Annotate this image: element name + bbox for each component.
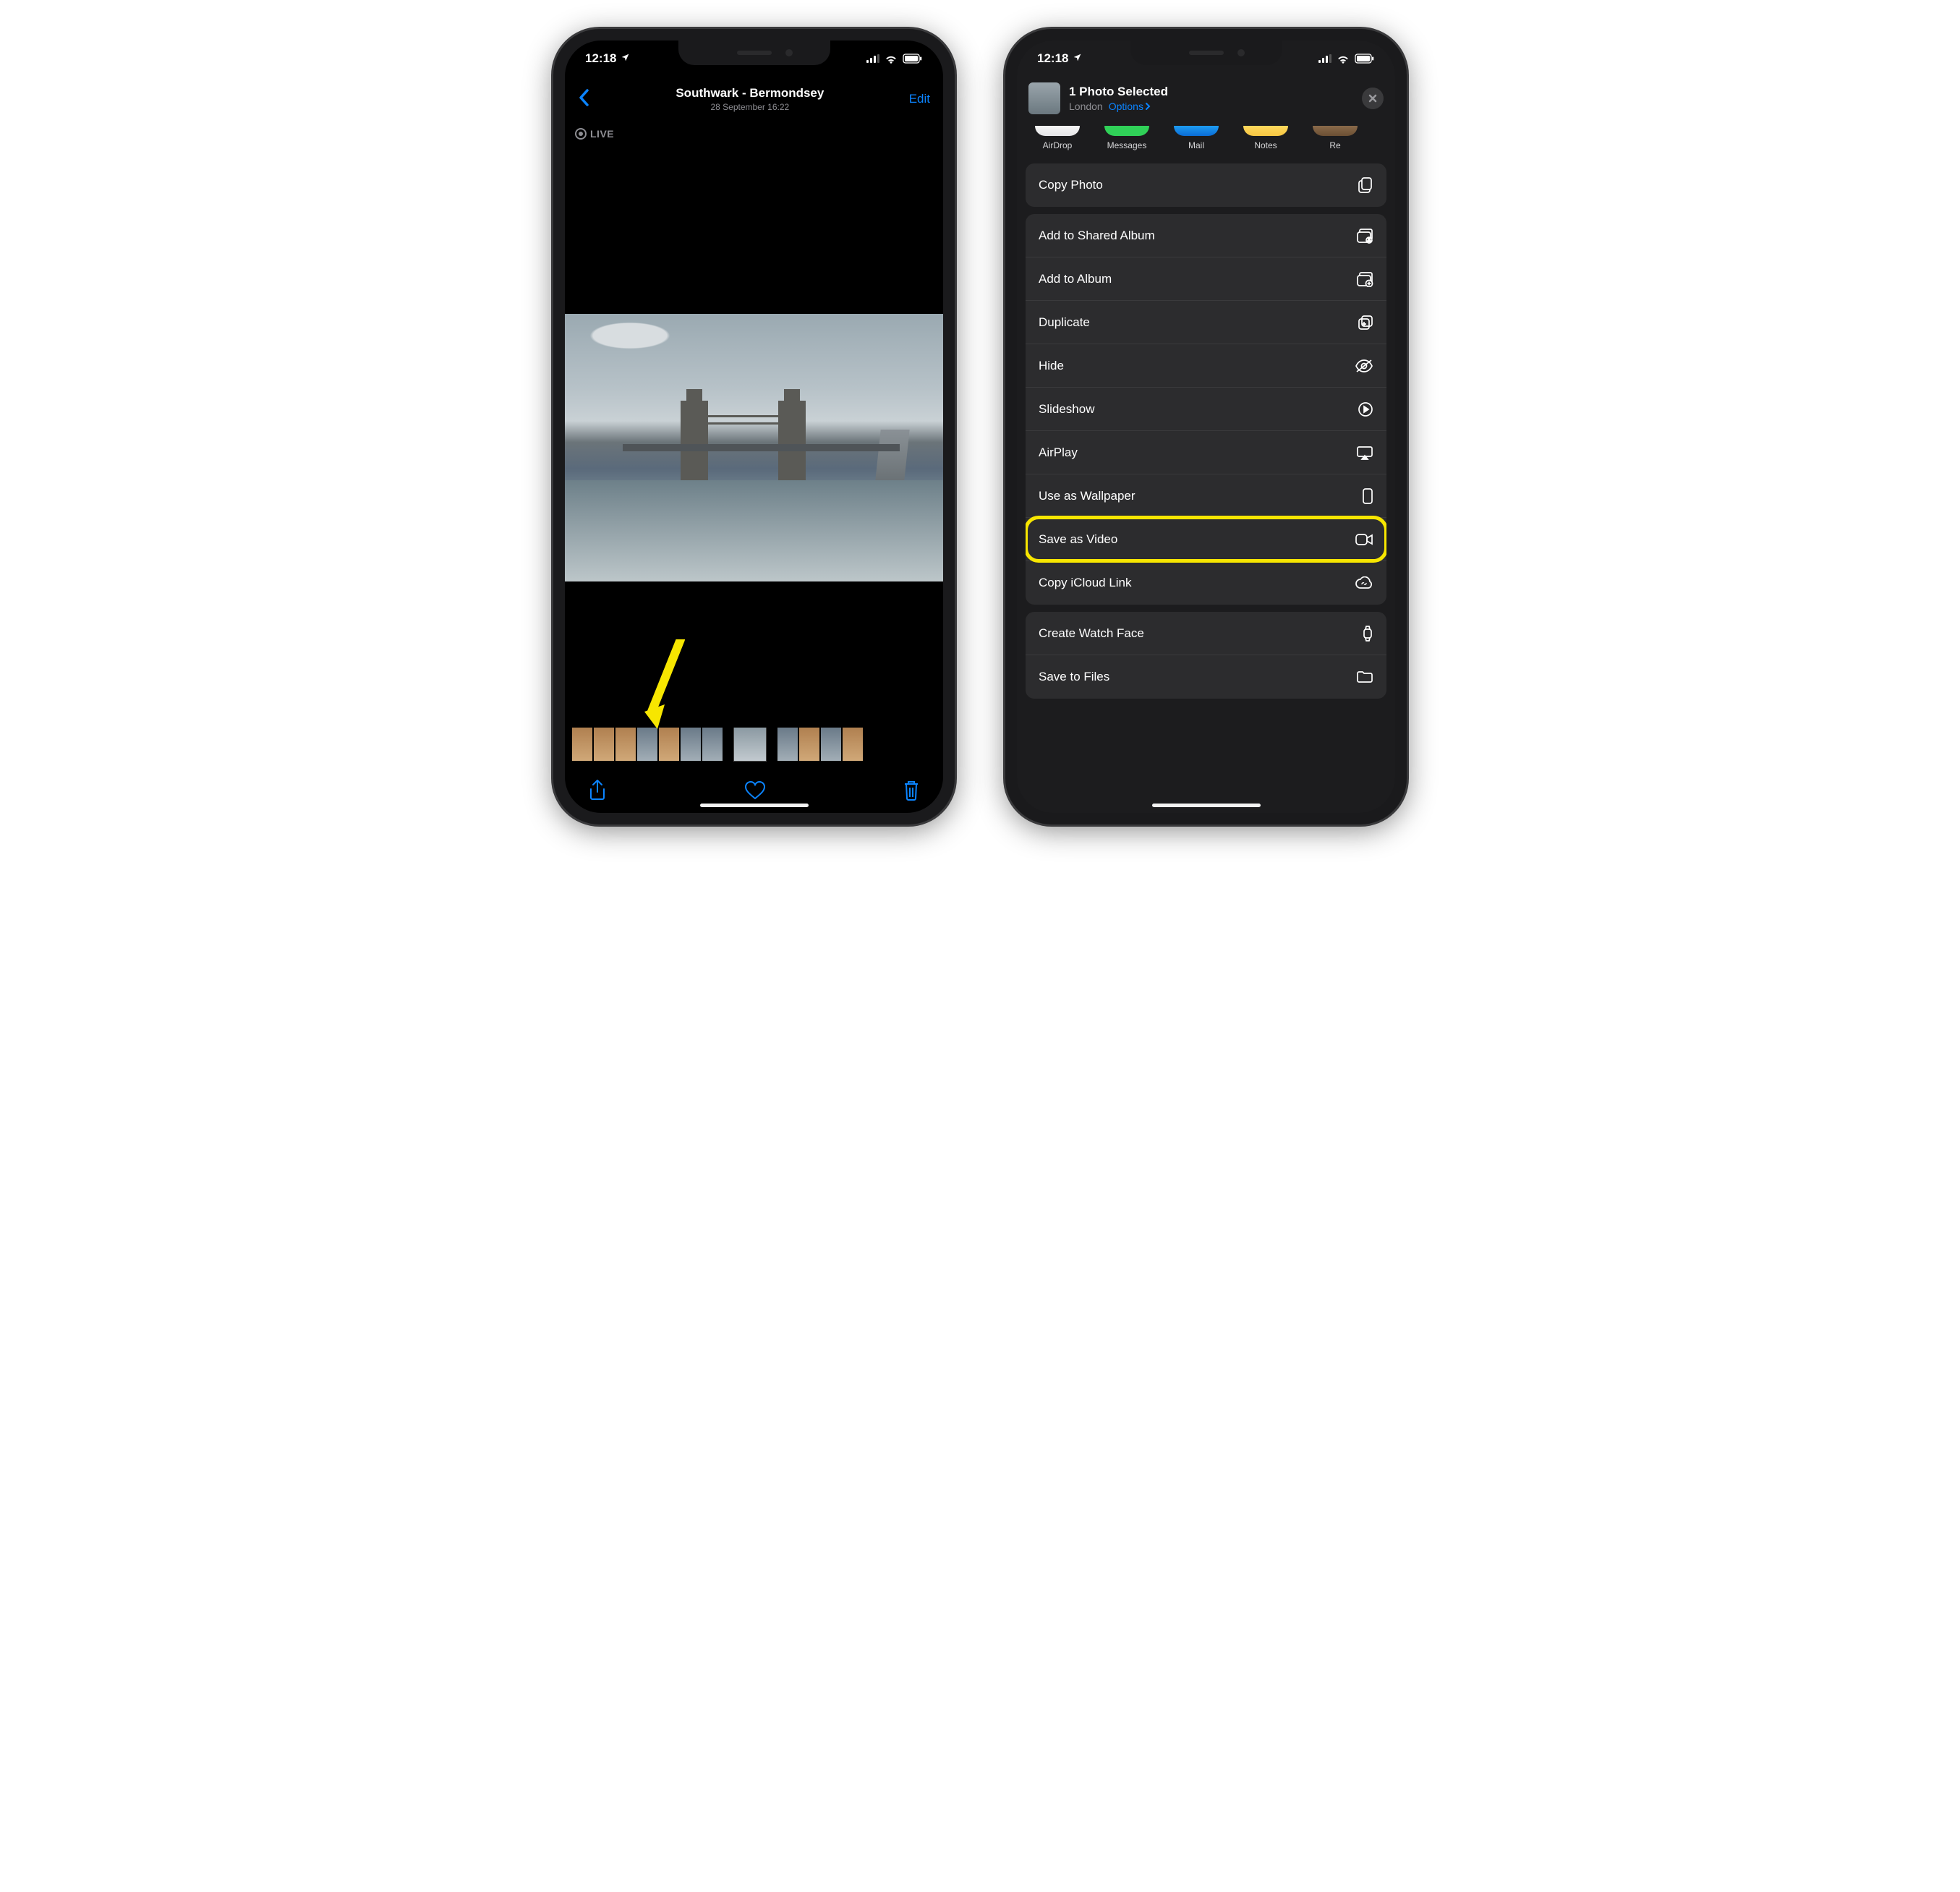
status-time: 12:18 [1037,51,1068,66]
shared-album-icon [1353,228,1373,244]
video-icon [1353,533,1373,546]
edit-button[interactable]: Edit [909,92,930,106]
action-group-2: Add to Shared Album Add to Album Duplica… [1026,214,1386,605]
action-group-3: Create Watch Face Save to Files [1026,612,1386,699]
thumb-current[interactable] [734,728,766,761]
hide-icon [1353,359,1373,373]
share-header: 1 Photo Selected London Options [1017,77,1395,123]
row-icloud-link[interactable]: Copy iCloud Link [1026,561,1386,605]
wifi-icon [1337,54,1350,64]
live-label: LIVE [590,128,614,140]
app-mail[interactable]: Mail [1169,126,1224,150]
photo-header: Southwark - Bermondsey 28 September 16:2… [565,77,943,122]
battery-icon [903,54,923,64]
photo-content [565,314,943,581]
phone-right: 12:18 1 Photo Selected London Options [1005,29,1407,824]
app-messages[interactable]: Messages [1099,126,1154,150]
row-add-album[interactable]: Add to Album [1026,257,1386,301]
date-subtitle: 28 September 16:22 [591,102,909,112]
battery-icon [1355,54,1375,64]
row-duplicate[interactable]: Duplicate [1026,301,1386,344]
row-airplay[interactable]: AirPlay [1026,431,1386,474]
cloud-link-icon [1353,576,1373,589]
thumb[interactable] [843,728,863,761]
thumb[interactable] [821,728,841,761]
thumb[interactable] [702,728,723,761]
airplay-icon [1353,446,1373,460]
notch [678,41,830,65]
row-copy-photo[interactable]: Copy Photo [1026,163,1386,207]
back-button[interactable] [578,88,591,111]
duplicate-icon [1353,315,1373,331]
home-indicator[interactable] [1152,804,1261,807]
photo-viewport[interactable] [565,146,943,728]
thumb[interactable] [777,728,798,761]
home-indicator[interactable] [700,804,809,807]
row-save-as-video[interactable]: Save as Video [1026,518,1386,561]
thumb[interactable] [615,728,636,761]
play-circle-icon [1353,401,1373,417]
phone-icon [1353,487,1373,505]
favorite-button[interactable] [744,780,766,804]
status-time: 12:18 [585,51,616,66]
add-album-icon [1353,271,1373,287]
signal-icon [1318,54,1331,63]
screen-share-sheet: 12:18 1 Photo Selected London Options [1017,41,1395,813]
wifi-icon [885,54,898,64]
app-share-row[interactable]: AirDrop Messages Mail Notes Re [1017,123,1395,163]
copy-icon [1353,176,1373,194]
action-list: Copy Photo Add to Shared Album Add to Al… [1017,163,1395,813]
row-save-to-files[interactable]: Save to Files [1026,655,1386,699]
location-icon [1073,53,1082,64]
row-wallpaper[interactable]: Use as Wallpaper [1026,474,1386,518]
thumbnail-strip[interactable] [565,728,943,761]
thumb[interactable] [799,728,819,761]
share-thumbnail [1028,82,1060,114]
live-indicator-row: LIVE [565,122,943,146]
app-notes[interactable]: Notes [1238,126,1293,150]
thumb[interactable] [572,728,592,761]
share-options-button[interactable]: Options [1109,101,1151,112]
watch-icon [1353,625,1373,642]
photo-title: Southwark - Bermondsey 28 September 16:2… [591,86,909,112]
annotation-arrow [644,639,688,733]
signal-icon [866,54,879,63]
row-add-shared-album[interactable]: Add to Shared Album [1026,214,1386,257]
location-title: Southwark - Bermondsey [591,86,909,101]
live-icon [575,128,587,140]
live-badge[interactable]: LIVE [575,128,614,140]
row-hide[interactable]: Hide [1026,344,1386,388]
thumb[interactable] [594,728,614,761]
folder-icon [1353,670,1373,683]
row-watch-face[interactable]: Create Watch Face [1026,612,1386,655]
screen-photos: 12:18 Southwark - Bermondsey [565,41,943,813]
app-airdrop[interactable]: AirDrop [1030,126,1085,150]
close-button[interactable] [1362,88,1384,109]
app-more[interactable]: Re [1308,126,1363,150]
trash-button[interactable] [903,780,920,805]
share-title: 1 Photo Selected [1069,85,1353,99]
share-location: London [1069,101,1103,112]
notch [1130,41,1282,65]
row-slideshow[interactable]: Slideshow [1026,388,1386,431]
share-button[interactable] [588,779,607,806]
location-icon [621,53,630,64]
action-group-1: Copy Photo [1026,163,1386,207]
phone-left: 12:18 Southwark - Bermondsey [553,29,955,824]
